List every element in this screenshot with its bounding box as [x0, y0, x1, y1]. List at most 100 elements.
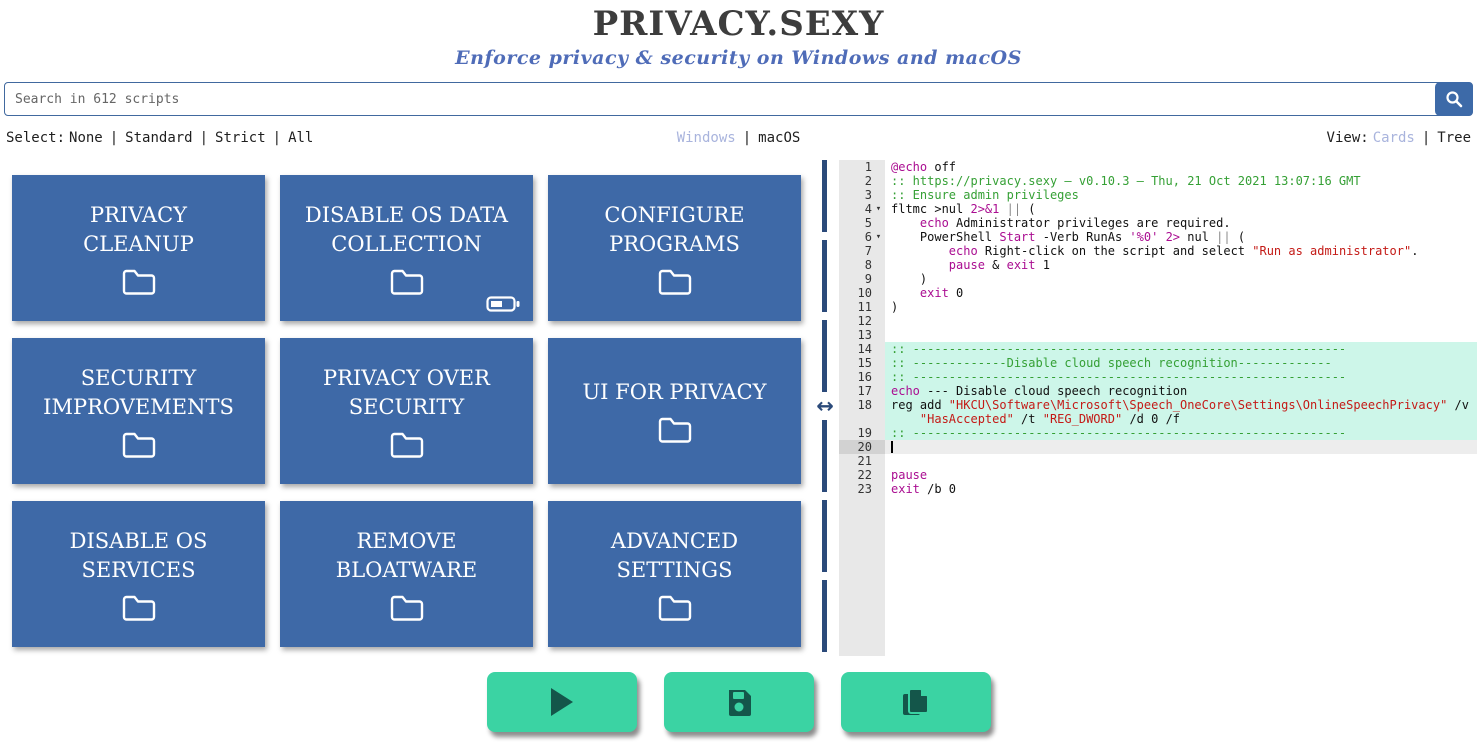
line-number: 20 [839, 440, 885, 454]
os-option-macos[interactable]: macOS [758, 130, 800, 146]
line-number: 13 [839, 328, 885, 342]
select-option-none[interactable]: None [69, 130, 103, 146]
code-line[interactable]: 8 pause & exit 1 [839, 258, 1477, 272]
code-line[interactable]: 9 ) [839, 272, 1477, 286]
line-number: 4▾ [839, 202, 885, 216]
code-line[interactable]: 10 exit 0 [839, 286, 1477, 300]
line-number: 19 [839, 426, 885, 440]
category-card[interactable]: ADVANCED SETTINGS [548, 501, 801, 647]
line-number: 14 [839, 342, 885, 356]
folder-icon [389, 594, 425, 622]
run-button[interactable] [487, 672, 637, 732]
code-line[interactable]: 15:: -------------Disable cloud speech r… [839, 356, 1477, 370]
line-number: 16 [839, 370, 885, 384]
card-title: ADVANCED SETTINGS [570, 527, 779, 585]
select-option-standard[interactable]: Standard [125, 130, 192, 146]
code-line[interactable]: 18reg add "HKCU\Software\Microsoft\Speec… [839, 398, 1477, 412]
folder-icon [657, 594, 693, 622]
code-text: :: -------------------------------------… [885, 342, 1477, 356]
card-title: SECURITY IMPROVEMENTS [34, 364, 243, 422]
panel-divider: ↔ [813, 158, 839, 656]
code-line[interactable]: 7 echo Right-click on the script and sel… [839, 244, 1477, 258]
code-line[interactable]: 16:: -----------------------------------… [839, 370, 1477, 384]
code-text: exit /b 0 [885, 482, 1477, 496]
code-text: :: https://privacy.sexy — v0.10.3 — Thu,… [885, 174, 1477, 188]
line-number: 11 [839, 300, 885, 314]
code-line[interactable]: 3:: Ensure admin privileges [839, 188, 1477, 202]
line-number: 7 [839, 244, 885, 258]
code-line[interactable]: 20 [839, 440, 1477, 454]
category-card[interactable]: DISABLE OS DATA COLLECTION [280, 175, 533, 321]
line-number: 8 [839, 258, 885, 272]
code-text: exit 0 [885, 286, 1477, 300]
code-text: reg add "HKCU\Software\Microsoft\Speech_… [885, 398, 1477, 412]
code-editor[interactable]: 1@echo off2:: https://privacy.sexy — v0.… [839, 158, 1477, 656]
card-title: DISABLE OS SERVICES [34, 527, 243, 585]
code-line[interactable]: 5 echo Administrator privileges are requ… [839, 216, 1477, 230]
line-number: 5 [839, 216, 885, 230]
category-card[interactable]: PRIVACY OVER SECURITY [280, 338, 533, 484]
fold-icon[interactable]: ▾ [872, 202, 885, 216]
code-text: @echo off [885, 160, 1477, 174]
select-group: Select:None|Standard|Strict|All [6, 130, 677, 146]
code-text: PowerShell Start -Verb RunAs '%0' 2> nul… [885, 230, 1477, 244]
code-line[interactable]: 14:: -----------------------------------… [839, 342, 1477, 356]
code-line[interactable]: 6▾ PowerShell Start -Verb RunAs '%0' 2> … [839, 230, 1477, 244]
code-text: :: Ensure admin privileges [885, 188, 1477, 202]
code-line[interactable]: 1@echo off [839, 160, 1477, 174]
search-button[interactable] [1435, 82, 1473, 116]
code-line[interactable]: 12 [839, 314, 1477, 328]
os-switch: Windows|macOS [677, 130, 801, 146]
category-card[interactable]: UI FOR PRIVACY [548, 338, 801, 484]
code-text: "HasAccepted" /t "REG_DWORD" /d 0 /f [885, 412, 1477, 426]
code-line[interactable]: 22pause [839, 468, 1477, 482]
category-card[interactable]: CONFIGURE PROGRAMS [548, 175, 801, 321]
separator: | [200, 130, 208, 146]
code-line[interactable]: 4▾fltmc >nul 2>&1 || ( [839, 202, 1477, 216]
view-option-tree[interactable]: Tree [1437, 130, 1471, 146]
save-button[interactable] [664, 672, 814, 732]
view-switch: View:Cards|Tree [800, 130, 1471, 146]
code-text [885, 328, 1477, 342]
code-line[interactable]: 23exit /b 0 [839, 482, 1477, 496]
line-number: 10 [839, 286, 885, 300]
copy-icon [901, 687, 931, 717]
code-line[interactable]: 19:: -----------------------------------… [839, 426, 1477, 440]
card-title: UI FOR PRIVACY [582, 378, 766, 407]
separator: | [110, 130, 118, 146]
category-card[interactable]: REMOVE BLOATWARE [280, 501, 533, 647]
line-number: 21 [839, 454, 885, 468]
folder-icon [389, 268, 425, 296]
category-card[interactable]: PRIVACY CLEANUP [12, 175, 265, 321]
line-number: 1 [839, 160, 885, 174]
code-line[interactable]: 13 [839, 328, 1477, 342]
code-line[interactable]: 21 [839, 454, 1477, 468]
view-option-cards[interactable]: Cards [1373, 130, 1415, 146]
copy-button[interactable] [841, 672, 991, 732]
line-number: 2 [839, 174, 885, 188]
folder-icon [389, 431, 425, 459]
code-text: echo Administrator privileges are requir… [885, 216, 1477, 230]
select-option-all[interactable]: All [288, 130, 313, 146]
search-input[interactable] [4, 82, 1473, 116]
page-subtitle: Enforce privacy & security on Windows an… [0, 46, 1477, 70]
code-line[interactable]: 2:: https://privacy.sexy — v0.10.3 — Thu… [839, 174, 1477, 188]
search-icon [1445, 90, 1463, 108]
fold-icon[interactable]: ▾ [872, 230, 885, 244]
select-option-strict[interactable]: Strict [215, 130, 266, 146]
code-line[interactable]: 17echo --- Disable cloud speech recognit… [839, 384, 1477, 398]
line-number: 17 [839, 384, 885, 398]
category-card[interactable]: DISABLE OS SERVICES [12, 501, 265, 647]
os-option-windows[interactable]: Windows [677, 130, 736, 146]
code-text [885, 314, 1477, 328]
resize-handle-icon[interactable]: ↔ [810, 393, 840, 419]
code-text: :: -------------------------------------… [885, 426, 1477, 440]
line-number: 3 [839, 188, 885, 202]
code-line[interactable]: "HasAccepted" /t "REG_DWORD" /d 0 /f [839, 412, 1477, 426]
folder-icon [657, 268, 693, 296]
search-bar [4, 82, 1473, 116]
code-text: :: -------------------------------------… [885, 370, 1477, 384]
category-card[interactable]: SECURITY IMPROVEMENTS [12, 338, 265, 484]
code-line[interactable]: 11) [839, 300, 1477, 314]
play-icon [550, 688, 574, 716]
